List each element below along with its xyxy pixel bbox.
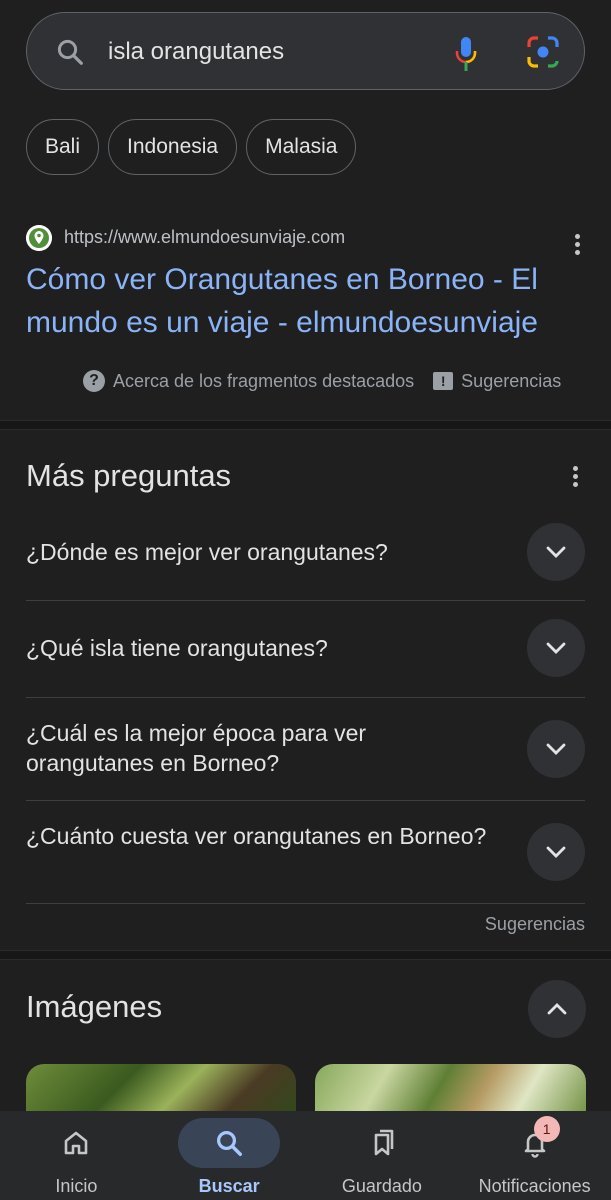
chevron-down-icon xyxy=(546,642,566,654)
home-icon xyxy=(65,1131,88,1155)
chevron-down-icon xyxy=(546,546,566,558)
expand-question-button[interactable] xyxy=(527,523,585,581)
site-favicon-icon xyxy=(26,225,52,251)
nav-item-guardado[interactable]: Guardado xyxy=(306,1111,459,1200)
search-input[interactable] xyxy=(108,35,428,69)
nav-label: Inicio xyxy=(55,1176,98,1196)
search-icon xyxy=(217,1130,243,1156)
expand-question-button[interactable] xyxy=(527,823,585,881)
chevron-up-icon xyxy=(547,1003,567,1015)
result-more-options-icon[interactable] xyxy=(574,234,580,258)
nav-item-notificaciones[interactable]: 1 Notificaciones xyxy=(458,1111,611,1200)
chevron-down-icon xyxy=(546,743,566,755)
bottom-navigation: Inicio Buscar Guardado 1 Notificaciones xyxy=(0,1111,611,1200)
more-questions-options-icon[interactable] xyxy=(572,466,578,490)
help-icon[interactable]: ? xyxy=(83,370,105,392)
result-suggestions-link[interactable]: Sugerencias xyxy=(461,371,561,392)
question-text: ¿Cuál es la mejor época para ver orangut… xyxy=(26,720,367,776)
chevron-down-icon xyxy=(546,846,566,858)
feedback-icon[interactable]: ! xyxy=(433,372,454,390)
question-divider xyxy=(26,697,585,698)
nav-item-buscar[interactable]: Buscar xyxy=(153,1111,306,1200)
question-divider xyxy=(26,600,585,601)
question-divider xyxy=(26,800,585,801)
snippet-info-row: ? Acerca de los fragmentos destacados ! … xyxy=(83,368,561,394)
chip-malasia[interactable]: Malasia xyxy=(246,119,357,175)
more-questions-title: Más preguntas xyxy=(26,458,232,493)
question-text: ¿Cuánto cuesta ver orangutanes en Borneo… xyxy=(26,823,487,849)
chip-bali[interactable]: Bali xyxy=(26,119,100,175)
search-bar[interactable] xyxy=(26,12,585,90)
question-text: ¿Qué isla tiene orangutanes? xyxy=(26,635,328,661)
suggestion-chips: Bali Indonesia Malasia xyxy=(26,119,357,175)
images-title: Imágenes xyxy=(26,989,163,1024)
question-item[interactable]: ¿Qué isla tiene orangutanes? xyxy=(26,619,585,679)
expand-question-button[interactable] xyxy=(527,720,585,778)
mic-icon[interactable] xyxy=(451,35,481,75)
nav-label: Guardado xyxy=(341,1176,422,1196)
question-item[interactable]: ¿Cuánto cuesta ver orangutanes en Borneo… xyxy=(26,821,585,883)
result-title-link[interactable]: Cómo ver Orangutanes en Borneo - El mund… xyxy=(26,258,586,344)
question-divider xyxy=(26,903,585,904)
about-snippets-link[interactable]: Acerca de los fragmentos destacados xyxy=(113,371,414,392)
search-icon[interactable] xyxy=(55,37,85,67)
google-lens-icon[interactable] xyxy=(526,35,560,69)
section-divider xyxy=(0,950,611,960)
question-item[interactable]: ¿Dónde es mejor ver orangutanes? xyxy=(26,523,585,583)
question-item[interactable]: ¿Cuál es la mejor época para ver orangut… xyxy=(26,718,585,780)
nav-label: Buscar xyxy=(198,1176,260,1196)
nav-item-inicio[interactable]: Inicio xyxy=(0,1111,153,1200)
question-text: ¿Dónde es mejor ver orangutanes? xyxy=(26,539,388,565)
nav-label: Notificaciones xyxy=(478,1176,591,1196)
bookmarks-icon xyxy=(374,1129,394,1156)
collapse-images-button[interactable] xyxy=(528,980,586,1038)
expand-question-button[interactable] xyxy=(527,619,585,677)
notification-badge: 1 xyxy=(533,1116,560,1142)
questions-suggestions-link[interactable]: Sugerencias xyxy=(485,914,585,935)
result-source[interactable]: https://www.elmundoesunviaje.com xyxy=(26,225,586,255)
result-url: https://www.elmundoesunviaje.com xyxy=(64,227,346,247)
section-divider xyxy=(0,420,611,430)
chip-indonesia[interactable]: Indonesia xyxy=(108,119,238,175)
